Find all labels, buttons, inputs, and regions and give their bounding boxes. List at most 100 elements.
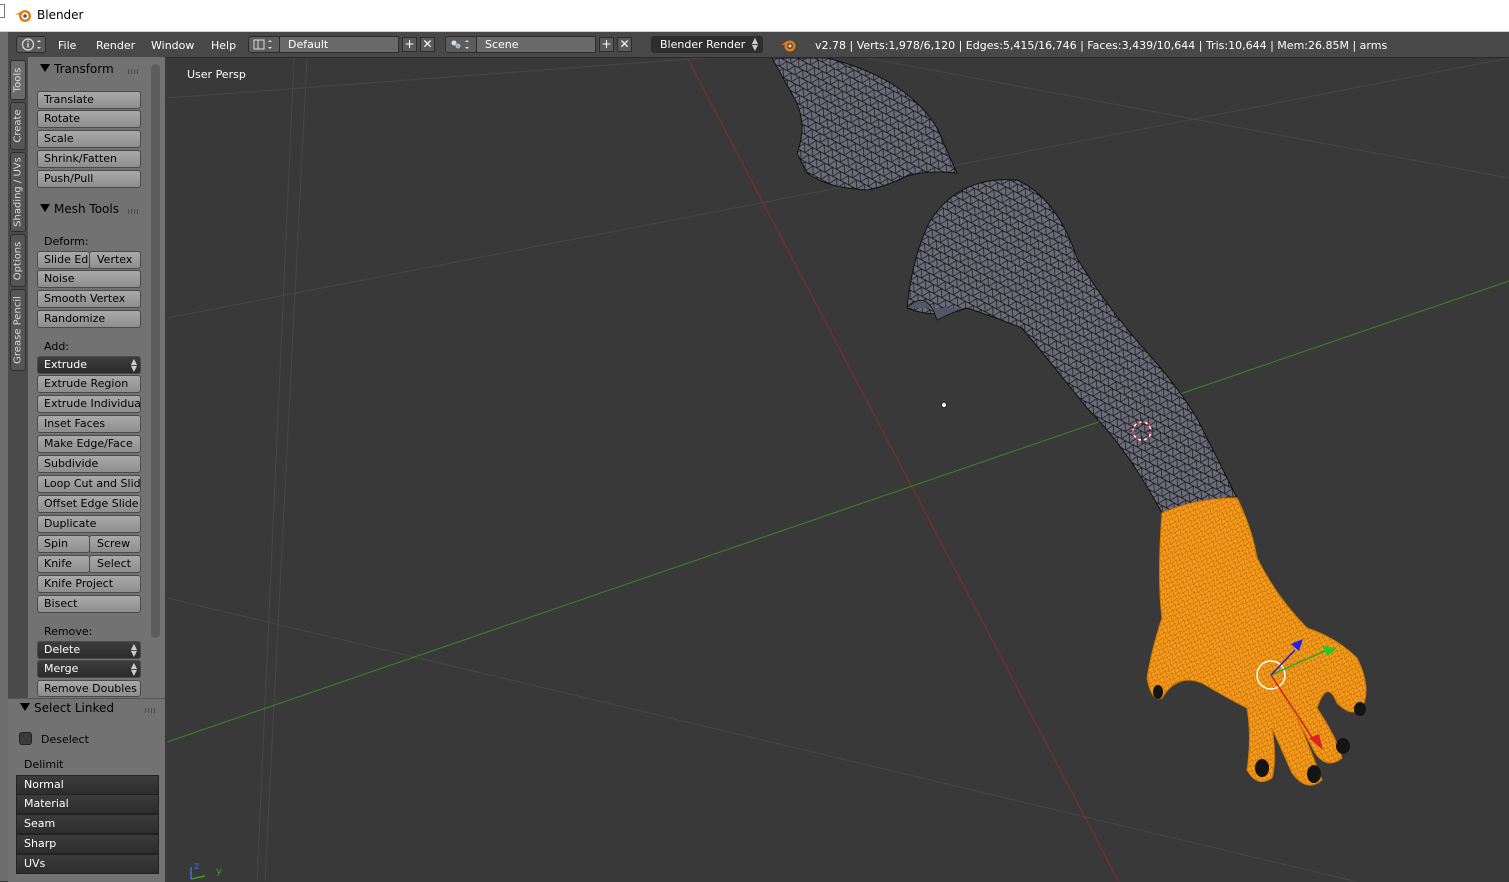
menu-render[interactable]: Render [96,39,135,52]
layout-browse-button[interactable] [248,36,280,53]
layout-name-field[interactable]: Default [279,36,399,53]
editor-type-button[interactable] [16,36,46,53]
push-pull-button[interactable]: Push/Pull [37,170,141,188]
merge-label: Merge [44,662,79,675]
delimit-sharp-toggle[interactable]: Sharp [16,834,159,854]
delete-layout-button[interactable]: ✕ [420,37,435,52]
merge-dropdown[interactable]: Merge ▲ ▼ [37,660,141,678]
tool-shelf-scrollbar[interactable] [151,64,160,638]
add-scene-button[interactable]: + [599,37,614,52]
tab-options[interactable]: Options [10,234,26,287]
deselect-label: Deselect [41,733,89,746]
render-engine-label: Blender Render [660,38,746,51]
extrude-label: Extrude [44,358,88,371]
menu-window[interactable]: Window [151,39,194,52]
deselect-checkbox[interactable] [19,732,32,745]
select-linked-panel-header[interactable]: Select Linked [20,701,114,715]
layout-icon [253,39,272,50]
delimit-normal-toggle[interactable]: Normal [16,775,159,795]
delimit-label: Delimit [24,758,64,771]
shrink-fatten-button[interactable]: Shrink/Fatten [37,150,141,168]
extrude-region-button[interactable]: Extrude Region [37,375,141,393]
deform-label: Deform: [44,235,89,248]
delimit-material-toggle[interactable]: Material [16,794,159,814]
delimit-uvs-toggle[interactable]: UVs [16,854,159,874]
bisect-button[interactable]: Bisect [37,595,141,613]
spin-button[interactable]: Spin [37,535,90,553]
dropdown-arrows-icon: ▲ ▼ [751,36,758,52]
window-title: Blender [37,8,84,22]
tab-create-label: Create [12,109,24,143]
delimit-seam-toggle[interactable]: Seam [16,814,159,834]
duplicate-button[interactable]: Duplicate [37,515,141,533]
tab-grease-pencil-label: Grease Pencil [12,296,24,364]
offset-edge-slide-button[interactable]: Offset Edge Slide [37,495,141,513]
mini-axis-z-label: z [194,861,200,872]
window-titlebar: Blender [0,0,1509,32]
extrude-dropdown[interactable]: Extrude ▲ ▼ [37,356,141,374]
add-layout-button[interactable]: + [402,37,417,52]
smooth-vertex-button[interactable]: Smooth Vertex [37,290,141,308]
menu-file[interactable]: File [58,39,76,52]
delete-label: Delete [44,643,81,656]
translate-button[interactable]: Translate [37,91,141,109]
viewport-scene [167,58,1509,881]
blender-logo-icon [15,10,31,22]
blender-logo-icon [781,40,796,52]
vertex-slide-button[interactable]: Vertex [89,251,141,269]
transform-panel-title: Transform [54,62,114,76]
menu-help[interactable]: Help [211,39,236,52]
tab-tools[interactable]: Tools [10,60,26,100]
left-frame [0,32,8,881]
render-engine-dropdown[interactable]: Blender Render ▲ ▼ [651,36,763,53]
screw-button[interactable]: Screw [89,535,141,553]
info-header: File Render Window Help Default + ✕ Scen… [8,32,1509,58]
tab-tools-label: Tools [12,67,24,93]
info-icon [21,38,41,51]
dropdown-arrows-icon: ▲ ▼ [130,642,137,658]
make-edge-face-button[interactable]: Make Edge/Face [37,435,141,453]
mesh-tools-panel-header[interactable]: Mesh Tools [40,202,119,216]
x-axis-line [686,58,1119,881]
dropdown-arrows-icon: ▲ ▼ [130,357,137,373]
tab-grease-pencil[interactable]: Grease Pencil [10,289,26,371]
inset-faces-button[interactable]: Inset Faces [37,415,141,433]
knife-select-button[interactable]: Select [89,555,141,573]
tab-shading-uvs-label: Shading / UVs [12,157,24,227]
scene-name-field[interactable]: Scene [476,36,596,53]
mini-axis-y-label: y [216,866,222,877]
randomize-button[interactable]: Randomize [37,310,141,328]
scene-statistics: v2.78 | Verts:1,978/6,120 | Edges:5,415/… [815,39,1388,52]
collapse-triangle-icon [20,703,30,711]
object-origin-dot [941,402,947,408]
dropdown-arrows-icon: ▲ ▼ [130,661,137,677]
collapse-triangle-icon [40,204,50,212]
panel-drag-grip-icon[interactable] [128,69,139,74]
remove-doubles-button[interactable]: Remove Doubles [37,680,141,697]
loop-cut-slide-button[interactable]: Loop Cut and Slide [37,475,141,493]
noise-button[interactable]: Noise [37,270,141,288]
delete-scene-button[interactable]: ✕ [617,37,632,52]
extrude-individual-button[interactable]: Extrude Individual [37,395,141,413]
mesh-tools-panel-title: Mesh Tools [54,202,119,216]
panel-drag-grip-icon[interactable] [145,708,156,713]
collapse-triangle-icon [40,64,50,72]
panel-drag-grip-icon[interactable] [128,209,139,214]
tab-create[interactable]: Create [10,102,26,150]
select-linked-title: Select Linked [34,701,114,715]
remove-label: Remove: [44,625,93,638]
slide-edge-button[interactable]: Slide Ed [37,251,90,269]
knife-button[interactable]: Knife [37,555,90,573]
subdivide-button[interactable]: Subdivide [37,455,141,473]
tab-shading-uvs[interactable]: Shading / UVs [10,152,26,232]
3d-viewport[interactable]: User Persp z y [167,58,1509,881]
transform-panel-header[interactable]: Transform [40,62,114,76]
knife-project-button[interactable]: Knife Project [37,575,141,593]
rotate-button[interactable]: Rotate [37,110,141,128]
add-label: Add: [44,340,70,353]
scene-browse-button[interactable] [445,36,477,53]
view-label: User Persp [187,68,246,81]
window-edge [0,4,5,18]
scale-button[interactable]: Scale [37,130,141,148]
delete-dropdown[interactable]: Delete ▲ ▼ [37,641,141,659]
